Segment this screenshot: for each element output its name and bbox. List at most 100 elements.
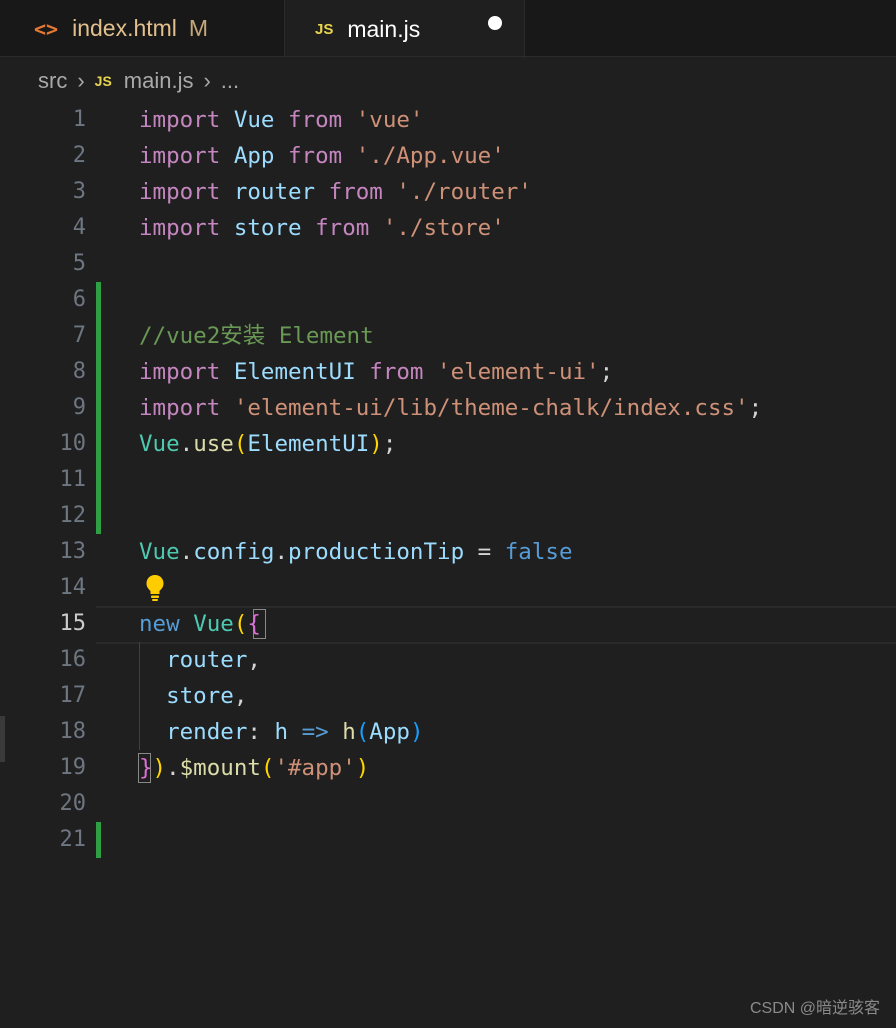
code-line[interactable]: 4 import store from './store' [0,210,896,246]
code-token: import [139,395,221,421]
line-number: 7 [72,323,86,348]
line-number: 20 [59,791,87,816]
code-line[interactable]: 8 import ElementUI from 'element-ui'; [0,354,896,390]
tab-bar: <> index.html M JS main.js [0,0,896,58]
code-line[interactable]: 11 [0,462,896,498]
line-number: 3 [72,179,86,204]
code-line[interactable]: 17 store, [0,678,896,714]
code-line[interactable]: 5 [0,246,896,282]
code-token: : [247,719,275,745]
breadcrumb-folder[interactable]: src [38,68,67,94]
code-line[interactable]: 13 Vue.config.productionTip = false [0,534,896,570]
code-token: import [139,143,221,169]
line-number: 6 [72,287,86,312]
code-token: App [369,719,410,745]
code-token: '#app' [274,755,356,781]
code-token: 'element-ui' [437,359,600,385]
code-text: store, [139,678,247,714]
line-number: 4 [72,215,86,240]
line-number: 17 [59,683,87,708]
code-token: Vue [193,611,234,637]
code-token: use [193,431,234,457]
breadcrumb-file[interactable]: main.js [124,68,194,94]
line-number: 2 [72,143,86,168]
code-line[interactable]: 20 [0,786,896,822]
code-text: Vue.use(ElementUI); [139,426,396,462]
code-token: ) [409,719,424,745]
line-number: 15 [59,611,87,636]
code-line[interactable]: 2 import App from './App.vue' [0,138,896,174]
code-token: from [328,179,383,205]
tab-main-js[interactable]: JS main.js [285,0,525,58]
js-file-icon: JS [94,73,112,89]
code-token: . [166,755,180,781]
code-token: import [139,359,221,385]
code-line[interactable]: 15 new Vue({ [0,606,896,642]
code-line[interactable]: 14 [0,570,896,606]
code-line[interactable]: 12 [0,498,896,534]
code-line[interactable]: 3 import router from './router' [0,174,896,210]
code-token: ( [260,755,275,781]
code-text: render: h => h(App) [139,714,423,750]
modified-badge: M [188,15,209,41]
code-line[interactable]: 6 [0,282,896,318]
code-token: ; [599,359,614,385]
code-line[interactable]: 9 import 'element-ui/lib/theme-chalk/inde… [0,390,896,426]
code-text: Vue.config.productionTip = false [139,534,573,570]
code-token: ; [382,431,397,457]
code-text: import store from './store' [139,210,505,246]
line-number: 12 [59,503,87,528]
code-text: import 'element-ui/lib/theme-chalk/index… [139,390,762,426]
code-token: Vue [139,539,180,565]
code-token: , [247,647,261,673]
code-token: from [288,143,343,169]
code-line[interactable]: 18 render: h => h(App) [0,714,896,750]
code-line[interactable]: 1 import Vue from 'vue' [0,102,896,138]
code-token: Vue [139,431,180,457]
code-token: store [233,215,302,241]
tab-index-html[interactable]: <> index.html M [0,0,285,57]
code-text: import App from './App.vue' [139,138,505,174]
code-token: } [139,755,153,781]
code-token: ) [369,431,383,457]
code-line[interactable]: 10 Vue.use(ElementUI); [0,426,896,462]
code-line[interactable]: 21 [0,822,896,858]
code-line[interactable]: 16 router, [0,642,896,678]
code-token: = [464,539,505,565]
code-token: ( [355,719,370,745]
unsaved-dot-icon[interactable] [488,16,502,30]
line-number: 16 [59,647,87,672]
code-token: './store' [382,215,505,241]
code-token: from [288,107,343,133]
line-number: 18 [59,719,87,744]
line-number: 21 [59,827,87,852]
code-token: './App.vue' [355,143,505,169]
code-line[interactable]: 7 //vue2安装 Element [0,318,896,354]
code-text: import router from './router' [139,174,532,210]
code-token: => [301,719,329,745]
line-number: 8 [72,359,86,384]
line-number: 19 [59,755,87,780]
line-number: 10 [59,431,87,456]
code-token: { [247,611,261,637]
code-token: import [139,107,221,133]
code-line[interactable]: 19}).$mount('#app') [0,750,896,786]
html-file-icon: <> [34,16,59,41]
code-token: $mount [179,755,261,781]
breadcrumb-symbols[interactable]: ... [221,68,239,94]
tab-label: index.html [72,15,177,41]
line-number: 5 [72,251,86,276]
code-token: . [179,431,194,457]
